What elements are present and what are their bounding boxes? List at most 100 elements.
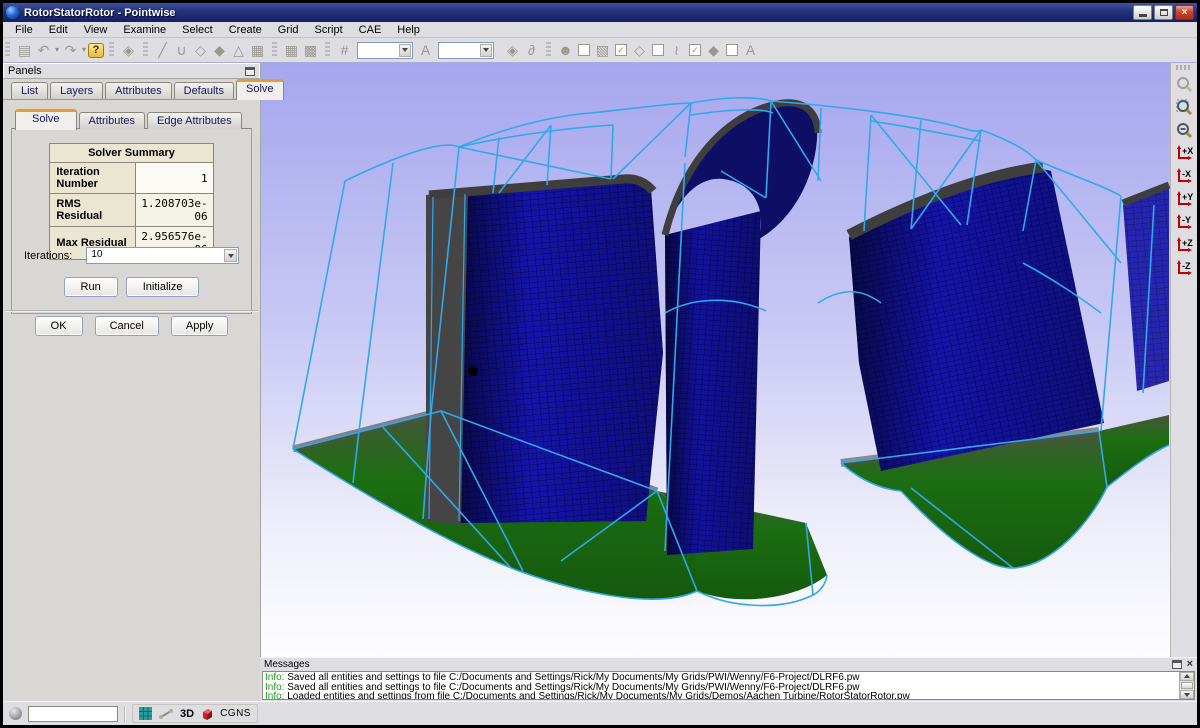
window-title: RotorStatorRotor - Pointwise	[24, 7, 1131, 19]
view-minus-z-button[interactable]: -Z	[1173, 257, 1195, 279]
toolbar-handle[interactable]	[325, 42, 330, 58]
iterations-combobox[interactable]: 10	[86, 247, 239, 264]
menu-script[interactable]: Script	[307, 23, 351, 37]
spacing-icon[interactable]: A	[416, 41, 435, 60]
cae-solver-icon[interactable]	[200, 707, 214, 721]
menu-select[interactable]: Select	[174, 23, 221, 37]
messages-header[interactable]: Messages ×	[260, 657, 1197, 670]
solver-summary-title: Solver Summary	[50, 144, 213, 163]
toolbar-handle[interactable]	[272, 42, 277, 58]
title-bar[interactable]: RotorStatorRotor - Pointwise ×	[3, 3, 1197, 22]
spacing-combo-arrow[interactable]	[480, 44, 492, 57]
domain-filled-tool-icon[interactable]: ◆	[210, 41, 229, 60]
close-button[interactable]: ×	[1175, 5, 1194, 20]
tab-list[interactable]: List	[11, 82, 48, 99]
mesh-blade-left	[426, 178, 663, 525]
structured-grid-icon[interactable]: ▦	[282, 41, 301, 60]
domain2-mask-icon[interactable]: ◆	[704, 41, 723, 60]
connector-tool-icon[interactable]: ╱	[153, 41, 172, 60]
connector-mask-icon[interactable]: ≀	[667, 41, 686, 60]
panels-tab-row: List Layers Attributes Defaults Solve	[3, 79, 260, 100]
restore-button[interactable]	[1154, 5, 1173, 20]
partial-derivative-icon[interactable]: ∂	[522, 41, 541, 60]
mask-checkbox[interactable]	[578, 44, 590, 56]
domain-mask-icon[interactable]: ◇	[630, 41, 649, 60]
view-plus-z-button[interactable]: +Z	[1173, 234, 1195, 256]
tab-defaults[interactable]: Defaults	[174, 82, 234, 99]
dimension-combo-arrow[interactable]	[399, 44, 411, 57]
scroll-down-icon[interactable]	[1180, 690, 1194, 699]
subtab-attributes[interactable]: Attributes	[79, 112, 145, 129]
solve-tool-icon[interactable]: ◈	[503, 41, 522, 60]
initialize-button[interactable]: Initialize	[126, 277, 200, 297]
curve-tool-icon[interactable]: ∪	[172, 41, 191, 60]
panels-header[interactable]: Panels	[3, 63, 260, 79]
volume-mask-icon[interactable]: ▧	[593, 41, 612, 60]
menu-create[interactable]: Create	[221, 23, 270, 37]
undo-icon[interactable]: ↶	[34, 41, 53, 60]
layer-stack-icon[interactable]: ◈	[119, 41, 138, 60]
volume-checkbox[interactable]: ✓	[615, 44, 627, 56]
minimize-button[interactable]	[1133, 5, 1152, 20]
float-panel-icon[interactable]	[245, 67, 255, 76]
menu-file[interactable]: File	[7, 23, 41, 37]
view-minus-y-button[interactable]: -Y	[1173, 211, 1195, 233]
cancel-button[interactable]: Cancel	[95, 316, 159, 336]
menu-grid[interactable]: Grid	[270, 23, 307, 37]
connector-mode-icon[interactable]	[158, 708, 174, 720]
toolbar-handle[interactable]	[143, 42, 148, 58]
toolbar-handle[interactable]	[109, 42, 114, 58]
scrollbar-thumb[interactable]	[1181, 682, 1193, 689]
table-row: RMS Residual 1.208703e-06	[50, 194, 213, 227]
scroll-up-icon[interactable]	[1180, 672, 1194, 681]
status-input[interactable]	[28, 706, 118, 722]
toolbar-handle[interactable]	[5, 42, 10, 58]
block-tool-icon[interactable]: ▦	[248, 41, 267, 60]
menu-edit[interactable]: Edit	[41, 23, 76, 37]
zoom-extents-icon[interactable]	[1173, 96, 1195, 118]
spacing-combobox[interactable]	[438, 42, 494, 59]
spacing-mask-icon[interactable]: A	[741, 41, 760, 60]
run-button[interactable]: Run	[64, 277, 118, 297]
panels-sidebar: Panels List Layers Attributes Defaults S…	[3, 63, 260, 701]
rms-residual-label: RMS Residual	[50, 194, 136, 227]
undo-dropdown-icon[interactable]: ▾	[53, 41, 61, 60]
mask-icon[interactable]: ☻	[556, 41, 575, 60]
dimension-combobox[interactable]	[357, 42, 413, 59]
subtab-solve[interactable]: Solve	[15, 109, 77, 130]
spacing-checkbox[interactable]	[726, 44, 738, 56]
view-toolbar-handle[interactable]	[1176, 65, 1192, 70]
tab-solve[interactable]: Solve	[236, 79, 284, 100]
help-icon[interactable]: ?	[88, 43, 104, 58]
dimension-icon[interactable]: #	[335, 41, 354, 60]
close-messages-icon[interactable]: ×	[1187, 660, 1193, 669]
unstructured-grid-icon[interactable]: ▩	[301, 41, 320, 60]
view-minus-x-button[interactable]: -X	[1173, 165, 1195, 187]
connector-checkbox[interactable]: ✓	[689, 44, 701, 56]
domain-checkbox[interactable]	[652, 44, 664, 56]
viewport-3d[interactable]	[260, 63, 1170, 657]
subtab-edge-attributes[interactable]: Edge Attributes	[147, 112, 242, 129]
view-plus-y-button[interactable]: +Y	[1173, 188, 1195, 210]
float-messages-icon[interactable]	[1172, 660, 1182, 669]
trim-tool-icon[interactable]: △	[229, 41, 248, 60]
menu-view[interactable]: View	[76, 23, 116, 37]
apply-button[interactable]: Apply	[171, 316, 229, 336]
redo-icon[interactable]: ↷	[61, 41, 80, 60]
domain-tool-icon[interactable]: ◇	[191, 41, 210, 60]
grid-mode-icon[interactable]	[139, 707, 152, 720]
menu-examine[interactable]: Examine	[115, 23, 174, 37]
iterations-combo-arrow[interactable]	[224, 249, 237, 262]
ok-button[interactable]: OK	[35, 316, 83, 336]
tab-attributes[interactable]: Attributes	[105, 82, 171, 99]
view-plus-x-button[interactable]: +X	[1173, 142, 1195, 164]
redo-dropdown-icon[interactable]: ▾	[80, 41, 88, 60]
zoom-icon[interactable]	[1173, 73, 1195, 95]
menu-cae[interactable]: CAE	[351, 23, 390, 37]
save-icon[interactable]: ▤	[15, 41, 34, 60]
tab-layers[interactable]: Layers	[50, 82, 103, 99]
messages-scrollbar[interactable]	[1179, 672, 1194, 699]
zoom-out-icon[interactable]	[1173, 119, 1195, 141]
menu-help[interactable]: Help	[389, 23, 428, 37]
toolbar-handle[interactable]	[546, 42, 551, 58]
